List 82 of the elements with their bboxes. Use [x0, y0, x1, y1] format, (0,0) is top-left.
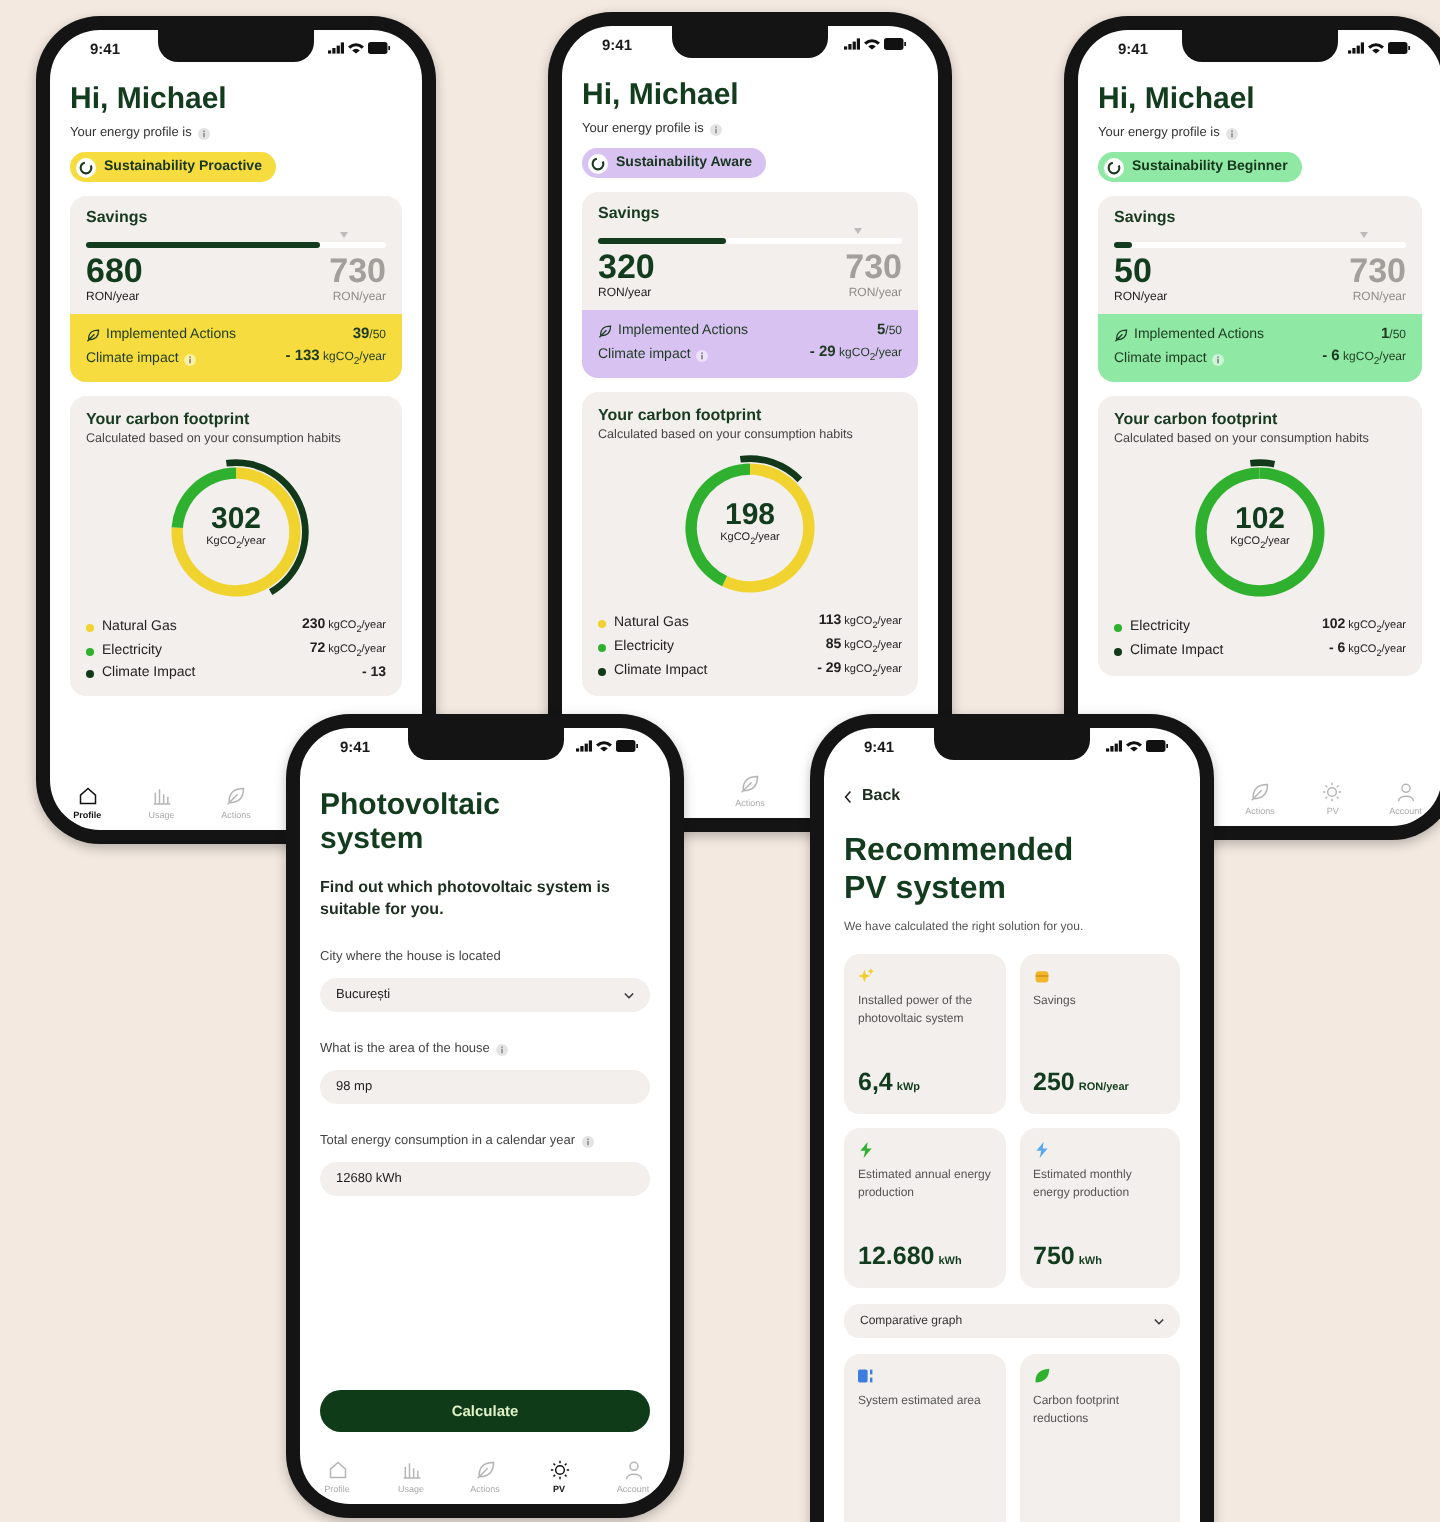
- impact-arc: [739, 455, 803, 483]
- page-title: Photovoltaic system: [320, 788, 503, 856]
- leaf-icon: [1249, 781, 1270, 801]
- impact-arc: [1249, 459, 1276, 468]
- leaf-icon: [225, 785, 246, 805]
- ring-icon: [1104, 157, 1124, 177]
- battery-icon: [368, 42, 390, 54]
- page-title: Recommended PV system: [844, 832, 1076, 908]
- card-value: 12.680: [858, 1242, 935, 1270]
- footprint-total: 102: [1234, 504, 1286, 537]
- target-value: 730: [329, 254, 386, 290]
- person-icon: [1395, 781, 1416, 801]
- target-marker-icon: [854, 228, 863, 234]
- info-icon[interactable]: [495, 1043, 508, 1055]
- chevron-down-icon: [1154, 1317, 1164, 1325]
- panel-icon: [858, 1368, 874, 1384]
- lightning-icon: [1033, 1142, 1049, 1158]
- info-icon[interactable]: [709, 123, 722, 135]
- intro-text: Find out which photovoltaic system is suitable for you.: [320, 876, 612, 920]
- info-icon[interactable]: [581, 1135, 594, 1147]
- footprint-title: Your carbon footprint: [86, 410, 252, 431]
- lightning-icon: [858, 1142, 874, 1158]
- chevron-down-icon: [624, 991, 634, 999]
- battery-icon: [884, 38, 906, 50]
- info-icon[interactable]: [1212, 353, 1225, 366]
- savings-title: Savings: [86, 208, 150, 228]
- wifi-icon: [1126, 740, 1142, 752]
- info-icon[interactable]: [696, 349, 709, 362]
- leaf-icon: [1114, 328, 1128, 342]
- greeting-title: Hi, Michael: [582, 78, 741, 112]
- leaf-icon: [475, 1459, 495, 1479]
- card-value: 250: [1033, 1068, 1075, 1096]
- greeting-title: Hi, Michael: [70, 82, 229, 116]
- wifi-icon: [596, 740, 612, 752]
- back-button[interactable]: Back: [844, 784, 901, 808]
- home-icon: [77, 785, 98, 805]
- info-icon[interactable]: [184, 353, 197, 366]
- savings-title: Savings: [598, 204, 662, 224]
- wifi-icon: [348, 42, 364, 54]
- card-value: 750: [1033, 1242, 1075, 1270]
- savings-title: Savings: [1114, 208, 1178, 228]
- signal-icon: [844, 38, 860, 50]
- home-icon: [327, 1459, 347, 1479]
- leaf-icon: [739, 773, 760, 793]
- leaf-icon: [598, 324, 612, 338]
- footprint-total: 302: [210, 504, 262, 537]
- target-marker-icon: [339, 232, 347, 238]
- target-value: 730: [845, 250, 902, 286]
- signal-icon: [1348, 42, 1364, 54]
- chevron-left-icon: [844, 789, 852, 803]
- wifi-icon: [864, 38, 880, 50]
- greeting-title: Hi, Michael: [1098, 82, 1257, 116]
- footprint-title: Your carbon footprint: [598, 406, 764, 427]
- target-value: 730: [1349, 254, 1406, 290]
- ring-icon: [588, 153, 608, 173]
- bar-chart-icon: [401, 1459, 421, 1479]
- sun-icon: [1322, 781, 1343, 801]
- bar-chart-icon: [151, 785, 172, 805]
- wifi-icon: [1368, 42, 1384, 54]
- signal-icon: [576, 740, 592, 752]
- target-marker-icon: [1360, 232, 1369, 238]
- footprint-total: 198: [724, 500, 776, 533]
- ring-icon: [76, 157, 96, 177]
- sparkle-icon: [858, 968, 874, 984]
- person-icon: [623, 1459, 643, 1479]
- footprint-title: Your carbon footprint: [1114, 410, 1280, 431]
- signal-icon: [1106, 740, 1122, 752]
- savings-value: 320: [598, 250, 655, 286]
- signal-icon: [328, 42, 344, 54]
- savings-value: 680: [86, 254, 143, 290]
- info-icon[interactable]: [1225, 127, 1238, 139]
- battery-icon: [1146, 740, 1168, 752]
- leaf-icon: [1033, 1368, 1049, 1384]
- leaf-icon: [86, 328, 100, 342]
- coin-stack-icon: [1033, 968, 1049, 984]
- sun-icon: [549, 1459, 569, 1479]
- ring-drawing: [1195, 467, 1325, 597]
- savings-value: 50: [1114, 254, 1154, 290]
- info-icon[interactable]: [197, 127, 210, 139]
- battery-icon: [616, 740, 638, 752]
- battery-icon: [1388, 42, 1410, 54]
- card-value: 6,4: [858, 1068, 893, 1096]
